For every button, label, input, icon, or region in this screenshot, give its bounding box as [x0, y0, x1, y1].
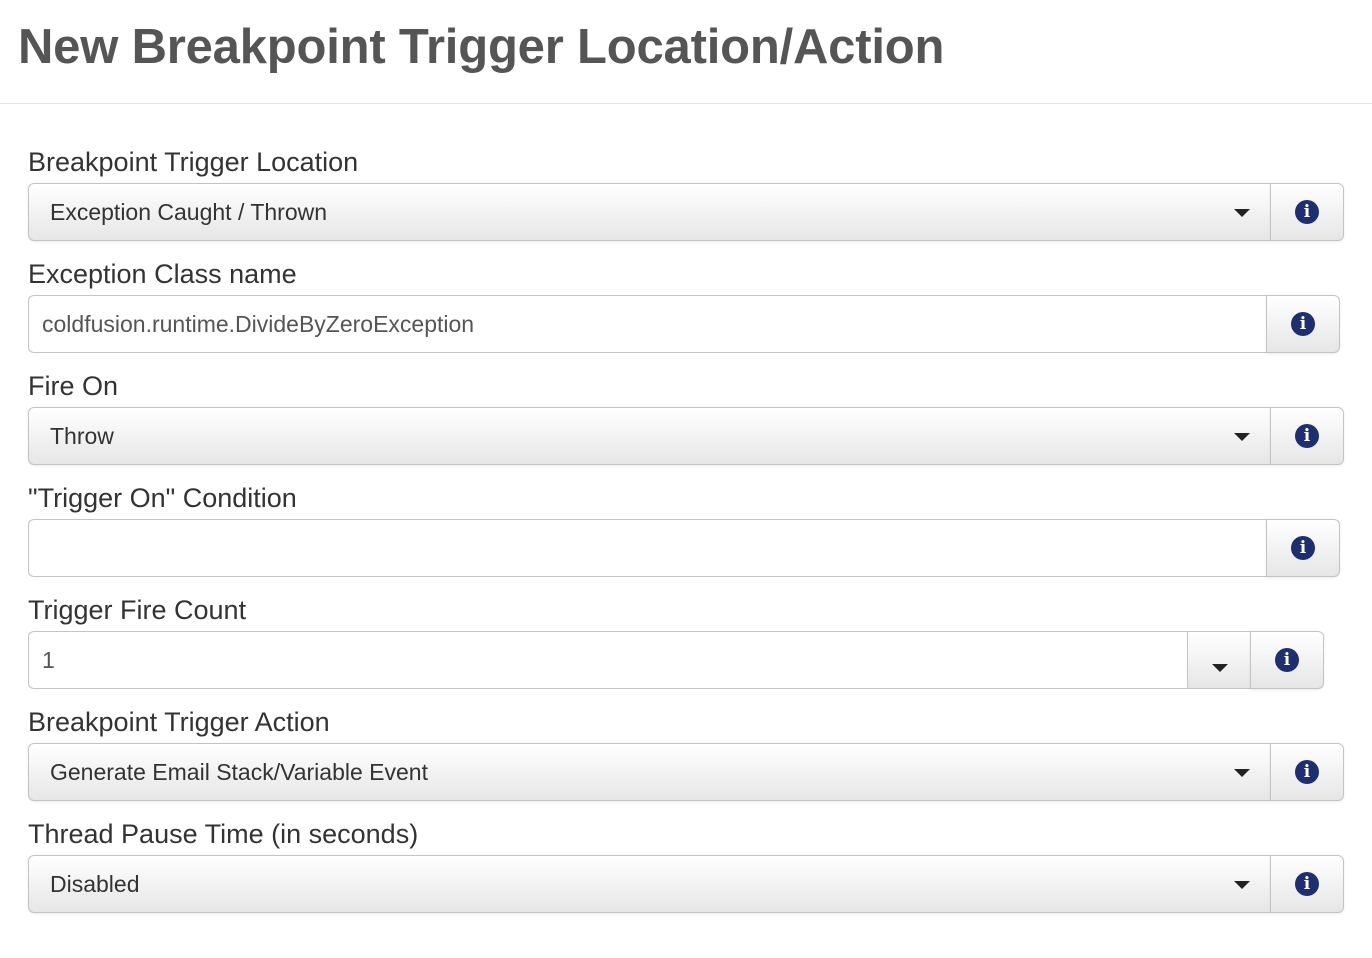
pause-time-value: Disabled — [50, 871, 140, 897]
info-icon: i — [1291, 312, 1315, 336]
fire-on-label: Fire On — [28, 371, 119, 401]
trigger-action-value: Generate Email Stack/Variable Event — [50, 759, 428, 785]
info-icon: i — [1295, 760, 1319, 784]
chevron-down-icon — [1234, 433, 1250, 441]
exception-class-label: Exception Class name — [28, 259, 297, 289]
trigger-condition-input[interactable] — [28, 519, 1267, 577]
trigger-location-info-button[interactable]: i — [1270, 183, 1344, 241]
page-title: New Breakpoint Trigger Location/Action — [18, 20, 945, 74]
trigger-location-label: Breakpoint Trigger Location — [28, 147, 359, 177]
fire-on-value: Throw — [50, 423, 114, 449]
fire-on-info-button[interactable]: i — [1270, 407, 1344, 465]
exception-class-info-button[interactable]: i — [1266, 295, 1340, 353]
chevron-down-icon — [1234, 881, 1250, 889]
fire-count-input[interactable]: 1 — [28, 631, 1187, 689]
chevron-down-icon — [1212, 664, 1228, 672]
info-icon: i — [1295, 872, 1319, 896]
chevron-down-icon — [1234, 209, 1250, 217]
trigger-location-value: Exception Caught / Thrown — [50, 199, 328, 225]
trigger-condition-info-button[interactable]: i — [1266, 519, 1340, 577]
exception-class-value: coldfusion.runtime.DivideByZeroException — [42, 311, 475, 337]
trigger-action-select[interactable]: Generate Email Stack/Variable Event — [28, 743, 1271, 801]
fire-count-dropdown-button[interactable] — [1187, 631, 1251, 689]
chevron-down-icon — [1234, 769, 1250, 777]
trigger-location-select[interactable]: Exception Caught / Thrown — [28, 183, 1271, 241]
trigger-action-info-button[interactable]: i — [1270, 743, 1344, 801]
pause-time-label: Thread Pause Time (in seconds) — [28, 819, 419, 849]
fire-on-select[interactable]: Throw — [28, 407, 1271, 465]
info-icon: i — [1291, 536, 1315, 560]
fire-count-value: 1 — [42, 647, 55, 673]
fire-count-label: Trigger Fire Count — [28, 595, 247, 625]
fire-count-info-button[interactable]: i — [1250, 631, 1324, 689]
pause-time-info-button[interactable]: i — [1270, 855, 1344, 913]
info-icon: i — [1275, 648, 1299, 672]
trigger-action-label: Breakpoint Trigger Action — [28, 707, 330, 737]
info-icon: i — [1295, 200, 1319, 224]
exception-class-input[interactable]: coldfusion.runtime.DivideByZeroException — [28, 295, 1267, 353]
page-header: New Breakpoint Trigger Location/Action — [0, 0, 1372, 104]
pause-time-select[interactable]: Disabled — [28, 855, 1271, 913]
info-icon: i — [1295, 424, 1319, 448]
trigger-condition-label: "Trigger On" Condition — [28, 483, 297, 513]
